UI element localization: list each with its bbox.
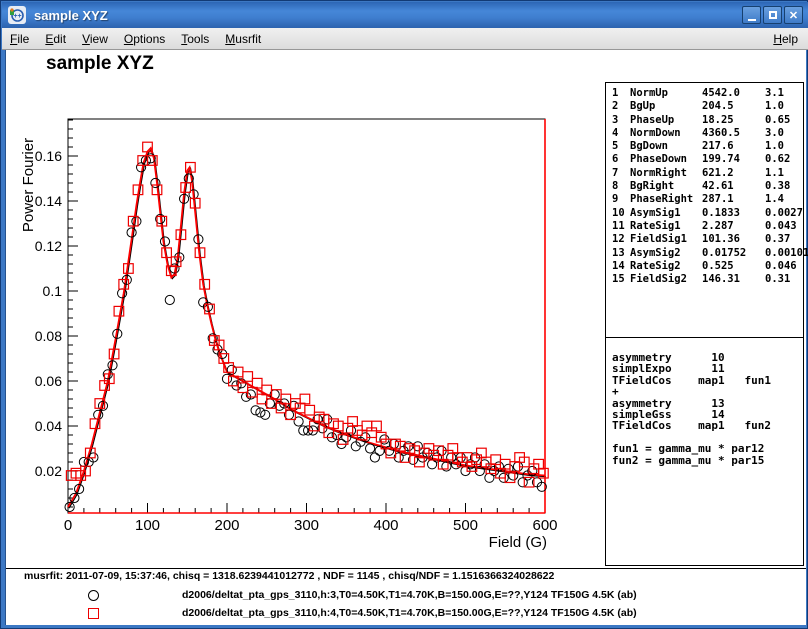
param-row: 5BgDown217.61.0 [612, 140, 803, 153]
svg-text:0: 0 [64, 517, 72, 534]
legend-label: d2006/deltat_pta_gps_3110,h:3,T0=4.50K,T… [182, 589, 637, 601]
menu-musrfit[interactable]: Musrfit [217, 30, 269, 48]
minimize-icon [748, 11, 756, 21]
canvas-area: sample XYZ 0.020.040.060.080.10.120.140.… [5, 50, 806, 625]
svg-text:++: ++ [13, 13, 21, 20]
legend-row: d2006/deltat_pta_gps_3110,h:4,T0=4.50K,T… [6, 606, 806, 622]
svg-text:0.04: 0.04 [35, 418, 62, 434]
maximize-button[interactable] [763, 6, 782, 24]
param-row: 4NormDown4360.53.0 [612, 127, 803, 140]
svg-text:400: 400 [373, 517, 398, 534]
close-button[interactable]: ✕ [784, 6, 803, 24]
x-axis-title: Field (G) [489, 534, 547, 551]
param-row: 6PhaseDown199.740.62 [612, 153, 803, 166]
param-row: 8BgRight42.610.38 [612, 180, 803, 193]
param-row: 9PhaseRight287.11.4 [612, 193, 803, 206]
param-row: 13AsymSig20.017520.00101 [612, 247, 803, 260]
menu-tools[interactable]: Tools [173, 30, 217, 48]
menu-view[interactable]: View [74, 30, 116, 48]
svg-text:0.14: 0.14 [35, 193, 62, 209]
app-window: ++ sample XYZ ✕ FileEditViewOptionsTools… [0, 0, 808, 629]
theory-line: TFieldCos map1 fun1 [612, 375, 803, 386]
param-row: 2BgUp204.51.0 [612, 100, 803, 113]
param-row: 12FieldSig1101.360.37 [612, 233, 803, 246]
x-axis: 0 100 200 300 400 500 600 [64, 503, 558, 534]
param-row: 7NormRight621.21.1 [612, 167, 803, 180]
svg-text:0.06: 0.06 [35, 373, 62, 389]
svg-text:0.12: 0.12 [35, 238, 62, 254]
menu-options[interactable]: Options [116, 30, 173, 48]
param-row: 3PhaseUp18.250.65 [612, 114, 803, 127]
theory-line: + [612, 386, 803, 397]
svg-text:0.1: 0.1 [43, 283, 63, 299]
param-row: 11RateSig12.2870.043 [612, 220, 803, 233]
svg-text:0.02: 0.02 [35, 463, 62, 479]
y-axis-title: Power Fourier [20, 138, 37, 232]
minimize-button[interactable] [742, 6, 761, 24]
theory-panel: asymmetry 10simplExpo 11TFieldCos map1 f… [605, 337, 804, 566]
legend-square-marker [88, 608, 99, 619]
param-row: 10AsymSig10.18330.0027 [612, 207, 803, 220]
menu-help[interactable]: Help [763, 30, 808, 48]
param-row: 1NormUp4542.03.1 [612, 87, 803, 100]
root-logo-icon: ++ [9, 7, 25, 23]
close-icon: ✕ [789, 9, 798, 22]
theory-line: fun2 = gamma_mu * par15 [612, 455, 803, 466]
status-divider [6, 568, 806, 569]
plot-frame [68, 119, 545, 513]
menubar: FileEditViewOptionsToolsMusrfit Help [2, 28, 808, 50]
svg-text:0.16: 0.16 [35, 148, 62, 164]
legend-circle-marker [88, 590, 99, 601]
fit-parameter-panel: 1NormUp4542.03.12BgUp204.51.03PhaseUp18.… [605, 82, 804, 338]
svg-text:0.08: 0.08 [35, 328, 62, 344]
y-axis: 0.02 0.04 0.06 0.08 0.1 0.12 0.14 0.16 [35, 120, 78, 507]
maximize-icon [769, 11, 777, 19]
menu-file[interactable]: File [2, 30, 37, 48]
svg-text:600: 600 [532, 517, 557, 534]
status-text: musrfit: 2011-07-09, 15:37:46, chisq = 1… [24, 570, 554, 582]
svg-text:500: 500 [453, 517, 478, 534]
titlebar[interactable]: ++ sample XYZ ✕ [2, 2, 808, 28]
svg-text:100: 100 [135, 517, 160, 534]
menu-edit[interactable]: Edit [37, 30, 74, 48]
legend-label: d2006/deltat_pta_gps_3110,h:4,T0=4.50K,T… [182, 607, 637, 619]
window-title: sample XYZ [34, 8, 108, 23]
app-icon: ++ [8, 6, 26, 24]
legend-row: d2006/deltat_pta_gps_3110,h:3,T0=4.50K,T… [6, 588, 806, 604]
theory-line: fun1 = gamma_mu * par12 [612, 443, 803, 454]
menubar-items: FileEditViewOptionsToolsMusrfit [2, 30, 269, 48]
param-row: 15FieldSig2146.310.31 [612, 273, 803, 286]
svg-text:300: 300 [294, 517, 319, 534]
theory-line: TFieldCos map1 fun2 [612, 420, 803, 431]
param-row: 14RateSig20.5250.046 [612, 260, 803, 273]
plot-svg[interactable]: 0.02 0.04 0.06 0.08 0.1 0.12 0.14 0.16 0 100 200 30… [6, 50, 604, 570]
svg-text:200: 200 [214, 517, 239, 534]
